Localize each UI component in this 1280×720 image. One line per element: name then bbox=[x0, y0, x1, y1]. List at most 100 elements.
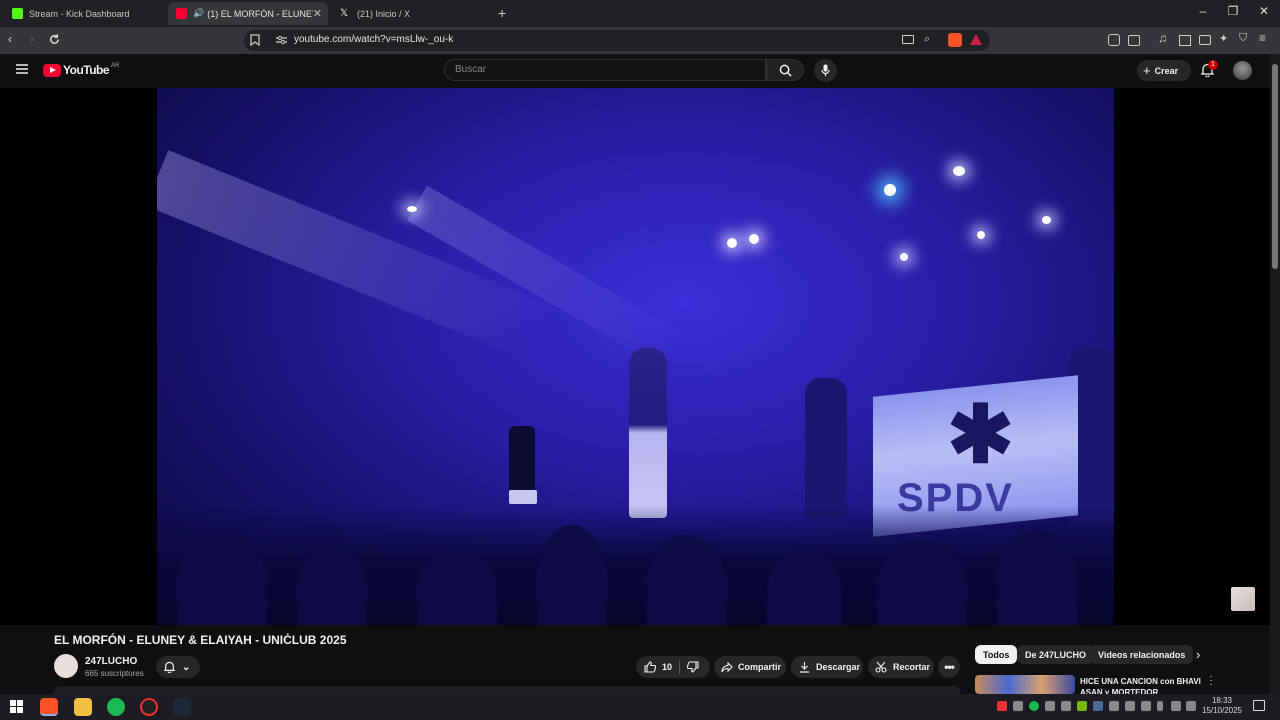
back-icon[interactable]: ‹ bbox=[8, 32, 22, 46]
browser-toolbar: ‹ › youtube.com/watch?v=msLlw-_ou-k ⌕ ♫ … bbox=[0, 27, 1280, 54]
performer-figure bbox=[629, 348, 667, 518]
brave-browser-icon[interactable] bbox=[40, 698, 58, 716]
windows-taskbar: 18:33 15/10/2025 bbox=[0, 694, 1280, 720]
video-player[interactable]: ✱ SPDV bbox=[0, 88, 1270, 625]
subscription-bell-button[interactable]: ⌄ bbox=[156, 656, 200, 678]
zoom-icon[interactable]: ⌕ bbox=[924, 33, 930, 46]
notification-center-icon[interactable] bbox=[1253, 700, 1265, 711]
tray-app-icon[interactable] bbox=[997, 701, 1007, 711]
brave-rewards-icon[interactable] bbox=[970, 34, 982, 45]
tray-app-icon[interactable] bbox=[1125, 701, 1135, 711]
close-window-icon[interactable]: ✕ bbox=[1254, 4, 1274, 18]
stage-light bbox=[727, 238, 737, 248]
brave-shields-icon[interactable] bbox=[948, 33, 962, 47]
minimize-icon[interactable]: – bbox=[1193, 4, 1213, 18]
tray-network-icon[interactable] bbox=[1171, 701, 1181, 711]
account-avatar[interactable] bbox=[1233, 61, 1252, 80]
clip-label: Recortar bbox=[893, 662, 931, 672]
search-input[interactable]: Buscar bbox=[444, 59, 766, 81]
page-scrollbar[interactable] bbox=[1270, 54, 1280, 694]
youtube-wordmark: YouTube bbox=[63, 63, 110, 77]
restore-icon[interactable]: ❐ bbox=[1223, 4, 1243, 18]
address-bar[interactable]: youtube.com/watch?v=msLlw-_ou-k ⌕ bbox=[244, 30, 990, 51]
clock-time: 18:33 bbox=[1211, 696, 1233, 705]
chevron-right-icon[interactable]: › bbox=[1196, 647, 1200, 662]
description-box[interactable] bbox=[54, 686, 960, 694]
file-explorer-icon[interactable] bbox=[74, 698, 92, 716]
new-tab-button[interactable]: + bbox=[498, 5, 506, 21]
music-icon[interactable]: ♫ bbox=[1158, 31, 1172, 45]
divider bbox=[679, 660, 680, 674]
spotify-icon[interactable] bbox=[107, 698, 125, 716]
clip-button[interactable]: Recortar bbox=[868, 656, 934, 678]
scrollbar-thumb[interactable] bbox=[1272, 64, 1278, 269]
tray-app-icon[interactable] bbox=[1045, 701, 1055, 711]
x-icon: 𝕏 bbox=[340, 8, 349, 19]
more-vertical-icon[interactable]: · · · bbox=[1208, 672, 1214, 690]
extensions-icon[interactable] bbox=[1108, 34, 1120, 46]
tab-kick-dashboard[interactable]: Stream - Kick Dashboard bbox=[4, 2, 164, 25]
crowd-silhouette bbox=[157, 505, 1114, 625]
tray-microphone-icon[interactable] bbox=[1157, 701, 1163, 711]
share-button[interactable]: Compartir bbox=[714, 656, 786, 678]
chip-related[interactable]: Videos relacionados bbox=[1090, 645, 1194, 664]
subscriber-count: 665 suscriptores bbox=[85, 669, 144, 678]
video-frame[interactable]: ✱ SPDV bbox=[157, 88, 1114, 625]
stage-light bbox=[900, 253, 908, 261]
stage-light bbox=[1042, 216, 1051, 224]
screenshot-icon[interactable] bbox=[1128, 35, 1140, 46]
chip-all[interactable]: Todos bbox=[975, 645, 1018, 664]
url-text: youtube.com/watch?v=msLlw-_ou-k bbox=[294, 34, 454, 45]
tray-app-icon[interactable] bbox=[1109, 701, 1119, 711]
youtube-logo[interactable]: YouTube AR bbox=[43, 63, 119, 77]
scissors-icon bbox=[875, 661, 887, 673]
youtube-play-icon bbox=[43, 63, 61, 77]
hamburger-menu-icon[interactable] bbox=[16, 64, 28, 74]
chip-from-channel[interactable]: De 247LUCHO bbox=[1017, 645, 1095, 664]
tray-volume-icon[interactable] bbox=[1186, 701, 1196, 711]
recommendation-thumbnail[interactable] bbox=[975, 675, 1075, 694]
reload-icon[interactable] bbox=[48, 33, 62, 47]
more-horizontal-icon: ••• bbox=[944, 660, 955, 674]
search-button[interactable] bbox=[766, 59, 804, 81]
menu-icon[interactable]: ≡ bbox=[1259, 31, 1273, 45]
channel-name[interactable]: 247LUCHO bbox=[85, 656, 137, 667]
sidebar-icon[interactable] bbox=[1179, 35, 1191, 46]
cast-icon[interactable] bbox=[902, 35, 914, 44]
vpn-icon[interactable]: ⛉ bbox=[1239, 32, 1253, 46]
dislike-button[interactable] bbox=[687, 661, 699, 673]
recommendation-title[interactable]: HICE UNA CANCION con BHAVI ASAN y MORTED… bbox=[1080, 676, 1205, 694]
stage-light bbox=[977, 231, 985, 239]
create-button[interactable]: + Crear bbox=[1137, 60, 1191, 81]
phone-screen bbox=[509, 490, 537, 504]
tray-spotify-icon[interactable] bbox=[1029, 701, 1039, 711]
steam-icon[interactable] bbox=[173, 698, 191, 716]
tray-app-icon[interactable] bbox=[1141, 701, 1151, 711]
bookmark-icon[interactable] bbox=[250, 34, 260, 46]
download-icon bbox=[800, 662, 809, 673]
obs-studio-icon[interactable] bbox=[140, 698, 158, 716]
tray-nvidia-icon[interactable] bbox=[1077, 701, 1087, 711]
wallet-icon[interactable] bbox=[1199, 35, 1211, 45]
tray-steam-icon[interactable] bbox=[1093, 701, 1103, 711]
more-actions-button[interactable]: ••• bbox=[938, 656, 960, 678]
taskbar-clock[interactable]: 18:33 15/10/2025 bbox=[1196, 696, 1248, 716]
like-button[interactable]: 10 bbox=[644, 661, 672, 673]
voice-search-button[interactable] bbox=[814, 59, 837, 82]
tab-label: (21) Inicio / X bbox=[357, 8, 411, 19]
channel-avatar[interactable] bbox=[54, 654, 78, 678]
site-settings-icon[interactable] bbox=[276, 35, 287, 45]
chevron-down-icon: ⌄ bbox=[182, 661, 191, 673]
leo-ai-icon[interactable]: ✦ bbox=[1219, 32, 1233, 46]
tray-app-icon[interactable] bbox=[1061, 701, 1071, 711]
create-label: Crear bbox=[1154, 65, 1179, 76]
download-button[interactable]: Descargar bbox=[791, 656, 863, 678]
notifications-button[interactable]: 1 bbox=[1201, 60, 1218, 77]
tab-youtube-video[interactable]: 🔊 (1) EL MORFÓN - ELUNEY & E ✕ bbox=[168, 2, 328, 25]
windows-start-icon[interactable] bbox=[10, 700, 23, 713]
forward-icon[interactable]: › bbox=[30, 32, 44, 46]
close-tab-icon[interactable]: ✕ bbox=[313, 7, 322, 20]
tab-x-home[interactable]: 𝕏 (21) Inicio / X bbox=[332, 2, 492, 25]
channel-watermark[interactable] bbox=[1231, 587, 1255, 611]
tray-app-icon[interactable] bbox=[1013, 701, 1023, 711]
